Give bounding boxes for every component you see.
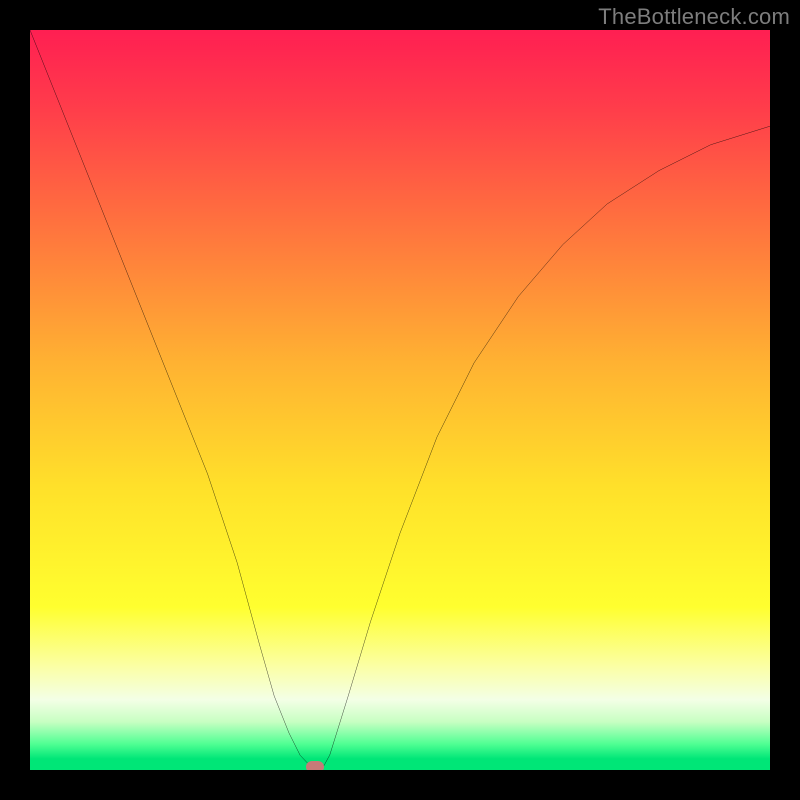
watermark-text: TheBottleneck.com <box>598 4 790 30</box>
curve-line <box>30 30 770 770</box>
chart-frame: TheBottleneck.com <box>0 0 800 800</box>
plot-area <box>30 30 770 770</box>
optimum-marker <box>306 761 324 770</box>
